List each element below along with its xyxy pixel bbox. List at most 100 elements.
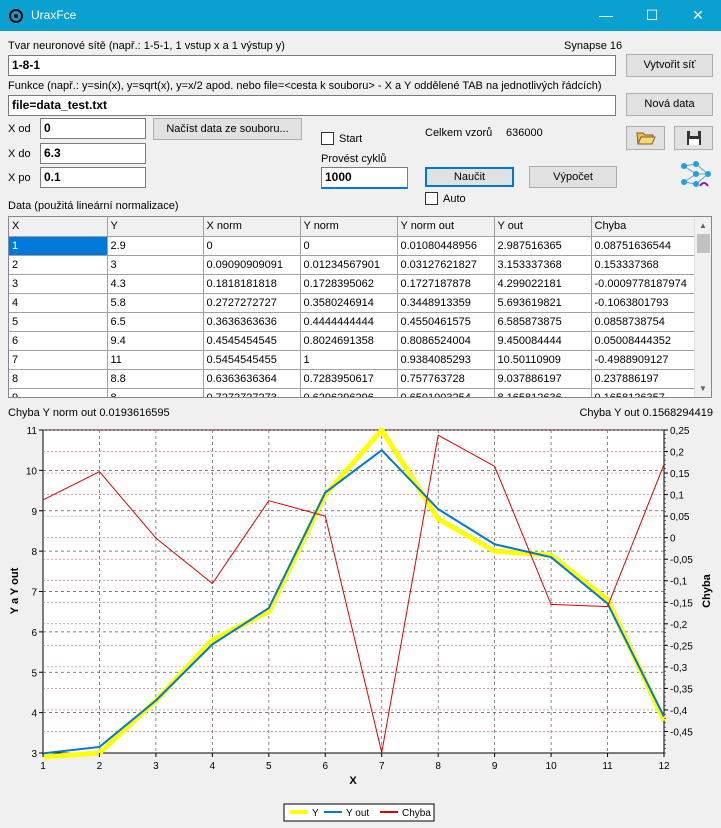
- table-cell[interactable]: 0: [300, 236, 398, 256]
- table-cell[interactable]: 0.1727187878: [397, 274, 495, 294]
- topology-input[interactable]: 1-8-1: [8, 55, 616, 76]
- save-button[interactable]: [674, 126, 713, 150]
- function-input[interactable]: file=data_test.txt: [8, 95, 616, 116]
- table-cell[interactable]: 5: [9, 312, 108, 332]
- table-cell[interactable]: 2: [9, 255, 108, 275]
- scroll-down-icon[interactable]: ▼: [699, 384, 707, 393]
- table-cell[interactable]: 0.153337368: [591, 255, 696, 275]
- table-cell[interactable]: 0.3636363636: [203, 312, 301, 332]
- table-cell[interactable]: 4.299022181: [494, 274, 592, 294]
- column-header[interactable]: X norm: [203, 217, 301, 237]
- table-cell[interactable]: 0.05008444352: [591, 331, 696, 351]
- column-header[interactable]: Y norm: [300, 217, 398, 237]
- table-cell[interactable]: 11: [107, 350, 204, 370]
- table-row[interactable]: 6 9.4 0.4545454545 0.8024691358 0.8086524004…: [9, 331, 696, 351]
- table-cell[interactable]: 2.9: [107, 236, 204, 256]
- table-cell[interactable]: 9.037886197: [494, 369, 592, 389]
- table-cell[interactable]: 0.6363636364: [203, 369, 301, 389]
- column-header[interactable]: Y norm out: [397, 217, 495, 237]
- table-cell[interactable]: 0.2727272727: [203, 293, 301, 313]
- create-network-button[interactable]: Vytvořit síť: [626, 54, 713, 77]
- table-cell[interactable]: 0.4545454545: [203, 331, 301, 351]
- close-button[interactable]: ✕: [675, 0, 721, 31]
- table-cell[interactable]: 8.8: [107, 369, 204, 389]
- table-cell[interactable]: 0.08751636544: [591, 236, 696, 256]
- table-cell[interactable]: 8.165812636: [494, 388, 592, 397]
- table-cell[interactable]: 3: [9, 274, 108, 294]
- auto-checkbox[interactable]: [425, 192, 438, 205]
- table-cell[interactable]: -0.1063801793: [591, 293, 696, 313]
- vertical-scrollbar[interactable]: ▲ ▼: [694, 217, 711, 397]
- table-cell[interactable]: 0.7283950617: [300, 369, 398, 389]
- table-cell[interactable]: 0.7272727273: [203, 388, 301, 397]
- column-header[interactable]: Chyba: [591, 217, 696, 237]
- x-step-input[interactable]: 0.1: [40, 167, 146, 188]
- table-cell[interactable]: 0.757763728: [397, 369, 495, 389]
- maximize-button[interactable]: ☐: [629, 0, 675, 31]
- table-cell[interactable]: 0.0858738754: [591, 312, 696, 332]
- table-cell[interactable]: 4: [9, 293, 108, 313]
- table-cell[interactable]: 10.50110909: [494, 350, 592, 370]
- table-cell[interactable]: 5.8: [107, 293, 204, 313]
- table-cell[interactable]: 0.8024691358: [300, 331, 398, 351]
- load-data-button[interactable]: Načíst data ze souboru...: [153, 118, 302, 140]
- data-grid[interactable]: XYX norm Y norm Y norm out Y out Chyba 1 2.9 0 0…: [8, 216, 712, 398]
- table-cell[interactable]: 6: [9, 331, 108, 351]
- new-data-button[interactable]: Nová data: [626, 93, 713, 116]
- table-cell[interactable]: 0.01234567901: [300, 255, 398, 275]
- table-cell[interactable]: 1: [9, 236, 108, 256]
- table-row[interactable]: 3 4.3 0.1818181818 0.1728395062 0.1727187878…: [9, 274, 696, 294]
- start-checkbox[interactable]: [321, 132, 334, 145]
- table-cell[interactable]: 1: [300, 350, 398, 370]
- table-cell[interactable]: 8: [107, 388, 204, 397]
- table-cell[interactable]: 0.6501003254: [397, 388, 495, 397]
- table-cell[interactable]: 9: [9, 388, 108, 397]
- table-cell[interactable]: 0: [203, 236, 301, 256]
- table-row[interactable]: 9 8 0.7272727273 0.6296296296 0.6501003254 8.…: [9, 388, 696, 397]
- table-row[interactable]: 5 6.5 0.3636363636 0.4444444444 0.4550461575…: [9, 312, 696, 332]
- x-to-input[interactable]: 6.3: [40, 143, 146, 164]
- table-cell[interactable]: -0.4988909127: [591, 350, 696, 370]
- table-cell[interactable]: 0.4550461575: [397, 312, 495, 332]
- table-cell[interactable]: 0.3448913359: [397, 293, 495, 313]
- table-row[interactable]: 7 11 0.5454545455 1 0.9384085293 10.50110909-…: [9, 350, 696, 370]
- open-folder-button[interactable]: [626, 126, 665, 150]
- table-cell[interactable]: 0.5454545455: [203, 350, 301, 370]
- table-cell[interactable]: 7: [9, 350, 108, 370]
- table-cell[interactable]: 9.4: [107, 331, 204, 351]
- table-cell[interactable]: 0.01080448956: [397, 236, 495, 256]
- table-cell[interactable]: 0.1658126357: [591, 388, 696, 397]
- table-cell[interactable]: 0.09090909091: [203, 255, 301, 275]
- x-from-input[interactable]: 0: [40, 118, 146, 139]
- table-cell[interactable]: 0.4444444444: [300, 312, 398, 332]
- column-header[interactable]: Y: [107, 217, 204, 237]
- table-cell[interactable]: 3.153337368: [494, 255, 592, 275]
- table-row[interactable]: 1 2.9 0 0 0.01080448956 2.987516365 0.08751636…: [9, 236, 696, 256]
- column-header[interactable]: X: [9, 217, 108, 237]
- table-cell[interactable]: 5.693619821: [494, 293, 592, 313]
- cycles-input[interactable]: 1000: [321, 167, 408, 189]
- minimize-button[interactable]: —: [583, 0, 629, 31]
- table-cell[interactable]: 0.6296296296: [300, 388, 398, 397]
- table-cell[interactable]: 0.1728395062: [300, 274, 398, 294]
- column-header[interactable]: Y out: [494, 217, 592, 237]
- table-cell[interactable]: 0.3580246914: [300, 293, 398, 313]
- table-cell[interactable]: 8: [9, 369, 108, 389]
- table-row[interactable]: 2 3 0.09090909091 0.01234567901 0.0312762182…: [9, 255, 696, 275]
- table-row[interactable]: 4 5.8 0.2727272727 0.3580246914 0.3448913359…: [9, 293, 696, 313]
- table-cell[interactable]: 0.8086524004: [397, 331, 495, 351]
- table-cell[interactable]: -0.0009778187974: [591, 274, 696, 294]
- scroll-up-icon[interactable]: ▲: [699, 221, 707, 230]
- table-cell[interactable]: 0.9384085293: [397, 350, 495, 370]
- learn-button[interactable]: Naučit: [425, 167, 514, 187]
- table-cell[interactable]: 2.987516365: [494, 236, 592, 256]
- scroll-thumb[interactable]: [697, 234, 710, 253]
- compute-button[interactable]: Výpočet: [529, 166, 617, 188]
- table-cell[interactable]: 0.1818181818: [203, 274, 301, 294]
- table-cell[interactable]: 9.450084444: [494, 331, 592, 351]
- table-cell[interactable]: 0.03127621827: [397, 255, 495, 275]
- table-cell[interactable]: 0.237886197: [591, 369, 696, 389]
- table-cell[interactable]: 6.585873875: [494, 312, 592, 332]
- table-cell[interactable]: 3: [107, 255, 204, 275]
- table-row[interactable]: 8 8.8 0.6363636364 0.7283950617 0.757763728 9…: [9, 369, 696, 389]
